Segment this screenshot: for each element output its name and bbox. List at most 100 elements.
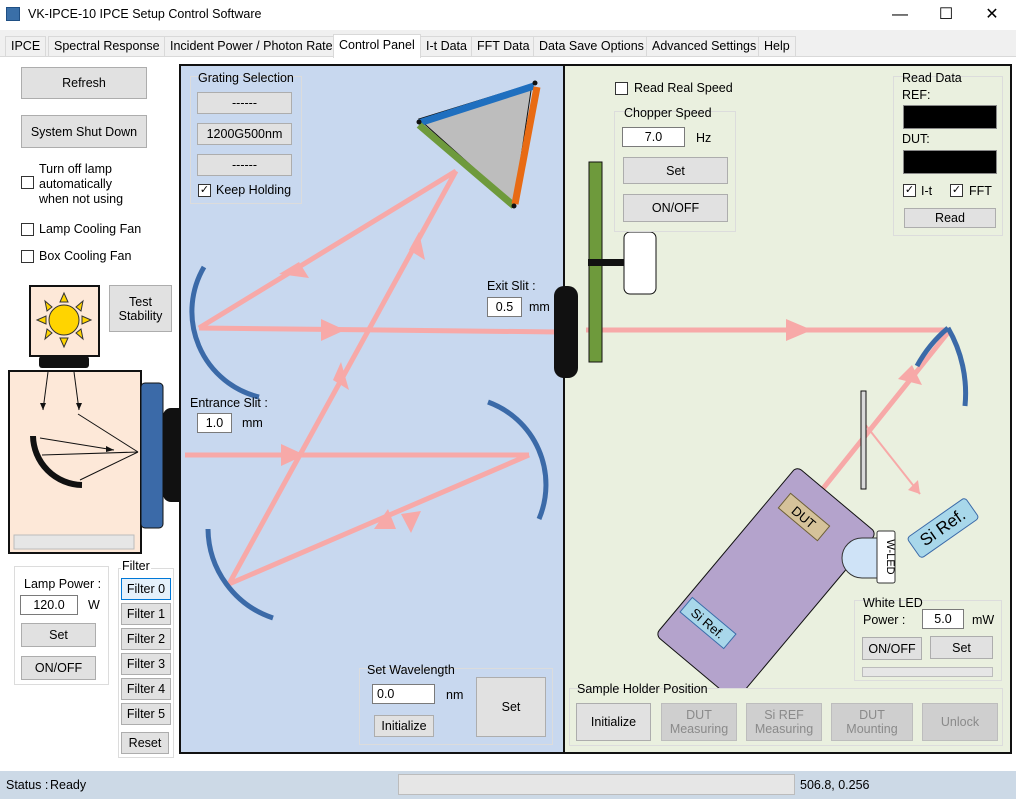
dut-measuring-button[interactable]: DUT Measuring [661,703,737,741]
ref-reading-display [903,105,997,129]
filter-4-button[interactable]: Filter 4 [121,678,171,700]
keep-holding-checkbox[interactable]: ✓ [198,184,211,197]
mono-mirrors [189,265,549,621]
lamp-chamber [8,370,142,554]
maximize-icon: ☐ [938,6,954,23]
exit-slit-label: Exit Slit : [487,279,536,293]
filter-3-button[interactable]: Filter 3 [121,653,171,675]
minimize-button[interactable]: — [877,0,923,30]
chopper-set-button[interactable]: Set [623,157,728,184]
filter-title: Filter [121,559,151,573]
led-power-label: Power : [863,613,906,627]
filter-2-button[interactable]: Filter 2 [121,628,171,650]
fft-label: FFT [969,184,992,198]
dut-label: DUT: [902,132,930,146]
read-real-speed-label: Read Real Speed [634,81,733,95]
lamp-cooling-fan-checkbox[interactable] [21,223,34,236]
filter-5-button[interactable]: Filter 5 [121,703,171,725]
set-wavelength-title: Set Wavelength [367,663,455,677]
minimize-icon: — [892,6,908,23]
tab-spectral-response[interactable]: Spectral Response [48,36,166,56]
sample-holder-title: Sample Holder Position [577,682,708,696]
diffraction-grating [416,80,541,209]
led-power-input[interactable]: 5.0 [922,609,964,629]
turn-off-lamp-checkbox[interactable] [21,176,34,189]
chopper-speed-title: Chopper Speed [624,106,712,120]
sample-beam-path [586,327,952,513]
tab-fft-data[interactable]: FFT Data [471,36,536,56]
grating-option-3-button[interactable]: ------ [197,154,292,176]
white-led-title: White LED [863,596,923,610]
close-button[interactable]: ✕ [969,0,1015,30]
status-label: Status : [6,778,49,792]
dut-reading-display [903,150,997,174]
fft-checkbox[interactable]: ✓ [950,184,963,197]
lamp-power-unit: W [88,598,100,612]
cursor-coordinates: 506.8, 0.256 [800,778,870,792]
tab-data-save-options[interactable]: Data Save Options [533,36,650,56]
tab-advanced-settings[interactable]: Advanced Settings [646,36,763,56]
unlock-button[interactable]: Unlock [922,703,998,741]
mono-beam-arrows [279,232,425,533]
wavelength-set-button[interactable]: Set [476,677,546,737]
read-button[interactable]: Read [904,208,996,228]
app-icon [6,7,20,21]
lamp-power-label: Lamp Power : [24,577,102,591]
read-data-title: Read Data [902,71,962,85]
si-ref-measuring-button[interactable]: Si REF Measuring [746,703,822,741]
led-power-unit: mW [972,613,995,627]
grating-selection-title: Grating Selection [198,71,294,85]
filter-reset-button[interactable]: Reset [121,732,169,754]
it-label: I-t [921,184,933,198]
chopper-onoff-button[interactable]: ON/OFF [623,194,728,222]
tab-ipce[interactable]: IPCE [5,36,47,56]
close-icon: ✕ [985,6,999,23]
mono-beam-path [185,168,560,587]
read-real-speed-checkbox[interactable] [615,82,628,95]
system-shutdown-button[interactable]: System Shut Down [21,115,147,148]
w-led-label: W-LED [884,539,896,575]
entrance-slit-label: Entrance Slit : [190,396,268,410]
tab-incident-power[interactable]: Incident Power / Photon Rate [164,36,339,56]
filter-1-button[interactable]: Filter 1 [121,603,171,625]
led-set-button[interactable]: Set [930,636,993,659]
exit-slit-input[interactable]: 0.5 [487,297,522,317]
grating-option-2-button[interactable]: 1200G500nm [197,123,292,145]
dut-mounting-button[interactable]: DUT Mounting [831,703,913,741]
exit-slit-block [554,286,578,378]
sample-beam-arrows [786,319,922,494]
entrance-slit-input[interactable]: 1.0 [197,413,232,433]
maximize-button[interactable]: ☐ [923,0,969,30]
turn-off-lamp-label: Turn off lamp automatically when not usi… [39,162,124,206]
status-progress-bar [398,774,795,795]
box-cooling-fan-label: Box Cooling Fan [39,249,132,263]
holder-initialize-button[interactable]: Initialize [576,703,651,741]
it-checkbox[interactable]: ✓ [903,184,916,197]
sample-holder [657,468,875,700]
chopper-speed-input[interactable]: 7.0 [622,127,685,147]
lamp-onoff-button[interactable]: ON/OFF [21,656,96,680]
tab-help[interactable]: Help [758,36,796,56]
led-onoff-button[interactable]: ON/OFF [862,637,922,660]
lamp-set-button[interactable]: Set [21,623,96,647]
status-value: Ready [50,778,87,792]
sample-mirror [945,326,969,407]
keep-holding-label: Keep Holding [216,183,292,197]
lamp-housing-diagram [8,285,187,554]
exit-slit-unit: mm [529,300,550,314]
wavelength-initialize-button[interactable]: Initialize [374,715,434,737]
lamp-power-input[interactable]: 120.0 [20,595,78,615]
tab-it-data[interactable]: I-t Data [420,36,473,56]
lamp-cooling-fan-label: Lamp Cooling Fan [39,222,142,236]
refresh-button[interactable]: Refresh [21,67,147,99]
lamp-progress [13,534,135,550]
tab-control-panel[interactable]: Control Panel [333,34,421,58]
box-cooling-fan-checkbox[interactable] [21,250,34,263]
lamp-socket [39,356,89,368]
led-progress-bar [862,667,993,677]
window-title: VK-IPCE-10 IPCE Setup Control Software [28,7,262,21]
grating-option-1-button[interactable]: ------ [197,92,292,114]
filter-0-button[interactable]: Filter 0 [121,578,171,600]
chopper-shaft [588,259,624,266]
wavelength-input[interactable]: 0.0 [372,684,435,704]
